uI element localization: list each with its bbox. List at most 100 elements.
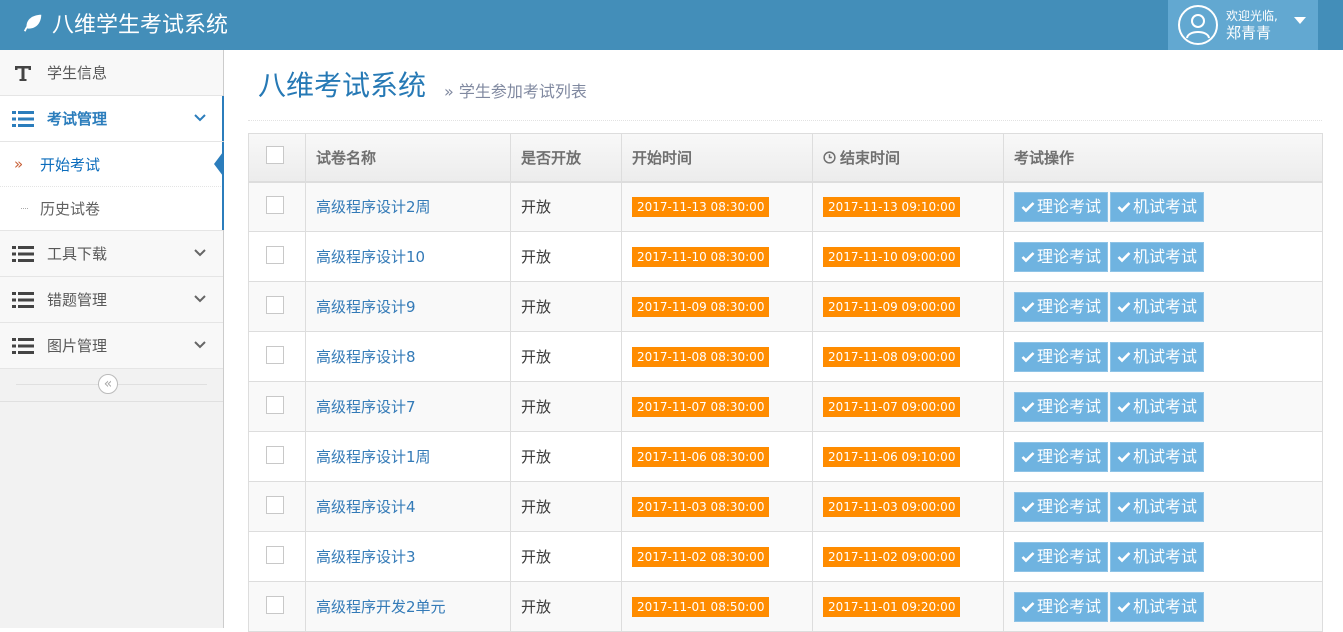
actions-cell: 理论考试 机试考试 <box>1003 381 1323 432</box>
sidebar-item-student-info[interactable]: 学生信息 <box>0 50 223 96</box>
column-header-name[interactable]: 试卷名称 <box>305 133 511 183</box>
end-time-badge: 2017-11-03 09:00:00 <box>823 496 961 517</box>
exam-name-link[interactable]: 高级程序设计1周 <box>316 448 431 466</box>
row-checkbox[interactable] <box>266 245 284 264</box>
brand[interactable]: 八维学生考试系统 <box>22 0 228 46</box>
sidebar-item-start-exam[interactable]: » 开始考试 <box>0 142 223 186</box>
start-time-cell: 2017-11-09 08:30:00 <box>621 281 813 332</box>
theory-exam-button[interactable]: 理论考试 <box>1014 391 1109 422</box>
check-icon <box>1021 551 1035 562</box>
machine-exam-button[interactable]: 机试考试 <box>1110 191 1205 222</box>
open-status-cell: 开放 <box>510 381 622 432</box>
column-header-open[interactable]: 是否开放 <box>510 133 622 183</box>
check-icon <box>1117 401 1131 412</box>
row-checkbox[interactable] <box>266 495 284 514</box>
table-row: 高级程序设计2周 开放 2017-11-13 08:30:00 2017-11-13 … <box>248 181 1323 232</box>
check-icon <box>1021 401 1035 412</box>
clock-icon <box>823 151 836 164</box>
row-select-cell <box>248 481 306 532</box>
open-status-cell: 开放 <box>510 281 622 332</box>
exam-name-cell: 高级程序设计9 <box>305 281 511 332</box>
machine-exam-button[interactable]: 机试考试 <box>1110 291 1205 322</box>
row-checkbox[interactable] <box>266 595 284 614</box>
chevron-down-icon <box>194 295 206 303</box>
theory-exam-button-label: 理论考试 <box>1037 396 1102 416</box>
end-time-badge: 2017-11-10 09:00:00 <box>823 246 961 267</box>
sidebar-item-tool-download[interactable]: 工具下载 <box>0 231 223 277</box>
start-time-badge: 2017-11-13 08:30:00 <box>632 196 770 217</box>
dash-icon <box>21 208 28 210</box>
theory-exam-button-label: 理论考试 <box>1037 596 1102 616</box>
chevron-down-icon <box>194 341 206 349</box>
table-row: 高级程序设计7 开放 2017-11-07 08:30:00 2017-11-07 0… <box>248 381 1323 432</box>
actions-cell: 理论考试 机试考试 <box>1003 231 1323 282</box>
row-checkbox[interactable] <box>266 195 284 214</box>
theory-exam-button[interactable]: 理论考试 <box>1014 541 1109 572</box>
start-time-cell: 2017-11-08 08:30:00 <box>621 331 813 382</box>
exam-name-link[interactable]: 高级程序设计8 <box>316 348 416 366</box>
row-checkbox[interactable] <box>266 395 284 414</box>
machine-exam-button[interactable]: 机试考试 <box>1110 241 1205 272</box>
exam-name-cell: 高级程序设计8 <box>305 331 511 382</box>
start-time-cell: 2017-11-02 08:30:00 <box>621 531 813 582</box>
theory-exam-button[interactable]: 理论考试 <box>1014 291 1109 322</box>
select-all-checkbox[interactable] <box>266 146 284 165</box>
row-checkbox[interactable] <box>266 445 284 464</box>
theory-exam-button-label: 理论考试 <box>1037 196 1102 216</box>
exam-name-link[interactable]: 高级程序开发2单元 <box>316 598 446 616</box>
start-time-cell: 2017-11-10 08:30:00 <box>621 231 813 282</box>
theory-exam-button[interactable]: 理论考试 <box>1014 441 1109 472</box>
check-icon <box>1021 501 1035 512</box>
column-header-start[interactable]: 开始时间 <box>621 133 813 183</box>
row-checkbox[interactable] <box>266 295 284 314</box>
exam-name-link[interactable]: 高级程序设计3 <box>316 548 416 566</box>
start-time-cell: 2017-11-03 08:30:00 <box>621 481 813 532</box>
exam-name-link[interactable]: 高级程序设计4 <box>316 498 416 516</box>
sidebar-item-wrong-questions[interactable]: 错题管理 <box>0 277 223 323</box>
sidebar-item-exam-history[interactable]: 历史试卷 <box>0 186 223 230</box>
sidebar-item-label: 图片管理 <box>47 337 108 355</box>
check-icon <box>1117 351 1131 362</box>
start-time-badge: 2017-11-06 08:30:00 <box>632 446 770 467</box>
exam-name-link[interactable]: 高级程序设计2周 <box>316 198 431 216</box>
sidebar-item-image-management[interactable]: 图片管理 <box>0 323 223 369</box>
exam-name-cell: 高级程序设计4 <box>305 481 511 532</box>
theory-exam-button[interactable]: 理论考试 <box>1014 341 1109 372</box>
end-time-cell: 2017-11-06 09:10:00 <box>812 431 1004 482</box>
machine-exam-button-label: 机试考试 <box>1133 596 1198 616</box>
check-icon <box>1117 601 1131 612</box>
end-time-cell: 2017-11-08 09:00:00 <box>812 331 1004 382</box>
theory-exam-button[interactable]: 理论考试 <box>1014 241 1109 272</box>
check-icon <box>1021 201 1035 213</box>
collapse-sidebar-button[interactable]: « <box>98 374 118 394</box>
user-menu[interactable]: 欢迎光临, 郑青青 <box>1168 0 1318 50</box>
machine-exam-button[interactable]: 机试考试 <box>1110 491 1205 522</box>
machine-exam-button[interactable]: 机试考试 <box>1110 441 1205 472</box>
check-icon <box>1117 451 1131 462</box>
end-time-badge: 2017-11-13 09:10:00 <box>823 196 961 217</box>
exam-name-link[interactable]: 高级程序设计9 <box>316 298 416 316</box>
table-header-row: 试卷名称 是否开放 开始时间 结束时间 考试操作 <box>248 133 1323 183</box>
sidebar-collapse-row: « <box>0 369 223 402</box>
check-icon <box>1021 351 1035 362</box>
machine-exam-button[interactable]: 机试考试 <box>1110 341 1205 372</box>
column-header-end[interactable]: 结束时间 <box>812 133 1004 183</box>
actions-cell: 理论考试 机试考试 <box>1003 531 1323 582</box>
theory-exam-button[interactable]: 理论考试 <box>1014 591 1109 622</box>
theory-exam-button[interactable]: 理论考试 <box>1014 191 1109 222</box>
sidebar-item-exam-management[interactable]: 考试管理 <box>0 96 224 142</box>
exam-name-cell: 高级程序开发2单元 <box>305 581 511 632</box>
end-time-cell: 2017-11-02 09:00:00 <box>812 531 1004 582</box>
exam-name-link[interactable]: 高级程序设计7 <box>316 398 416 416</box>
actions-cell: 理论考试 机试考试 <box>1003 481 1323 532</box>
machine-exam-button[interactable]: 机试考试 <box>1110 591 1205 622</box>
theory-exam-button[interactable]: 理论考试 <box>1014 491 1109 522</box>
machine-exam-button[interactable]: 机试考试 <box>1110 391 1205 422</box>
machine-exam-button[interactable]: 机试考试 <box>1110 541 1205 572</box>
list-icon <box>11 245 35 263</box>
exam-name-link[interactable]: 高级程序设计10 <box>316 248 425 266</box>
row-checkbox[interactable] <box>266 345 284 364</box>
machine-exam-button-label: 机试考试 <box>1133 346 1198 366</box>
end-time-badge: 2017-11-01 09:20:00 <box>823 596 961 617</box>
row-checkbox[interactable] <box>266 545 284 564</box>
